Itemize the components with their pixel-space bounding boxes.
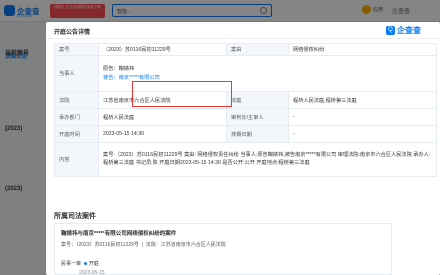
cause-label: 案由 xyxy=(226,43,289,56)
notice-detail-table: 案号 （2023）苏0116民初11229号 案由 网络侵权纠纷 当事人 原告：… xyxy=(54,43,437,177)
watermark: @新浪 xyxy=(395,259,417,266)
case-no-value: （2023）苏0116民初11229号 xyxy=(98,43,227,56)
brand-text: 企查查 xyxy=(397,26,421,35)
dept-value: 程桥人民法庭 xyxy=(98,108,227,126)
content-value: 案号:（2023）苏0116民初11229号 案由: 网络侵权责任纠纷 当事人:… xyxy=(98,142,437,177)
case-court: 法院：江苏省南京市六合区人民法院 xyxy=(145,242,226,248)
court-label: 法院 xyxy=(54,91,99,109)
case-stage: 民事一审 xyxy=(61,261,82,267)
case-no-label: 案号 xyxy=(54,43,99,56)
case-date: 2023-05-15 xyxy=(79,270,105,275)
court-notice-modal: 开庭公告详情 Q 企查查 案号 （2023）苏0116民初11229号 案由 网… xyxy=(46,22,440,275)
tribunal-label: 法庭 xyxy=(226,91,289,109)
case-progress: 民事一审 开庭 xyxy=(61,260,99,267)
related-cases-title: 所属司法案件 xyxy=(54,213,96,220)
highlight-box xyxy=(132,81,232,107)
plaintiff[interactable]: 原告：鞠婧祎 xyxy=(103,65,432,74)
case-name-link[interactable]: 鞠婧祎与南京*****有限公司网络侵权纠纷的案件 xyxy=(61,229,176,237)
progress-dot-icon xyxy=(84,262,88,266)
tribunal-value: 程桥人民法庭,程桥第三法庭 xyxy=(288,91,437,109)
judge-label: 审判长/主审人 xyxy=(226,108,289,126)
date-label: 开庭时间 xyxy=(54,125,99,143)
judge-value: - xyxy=(288,108,437,126)
brand-logo-icon: Q xyxy=(386,26,395,35)
dept-label: 承办部门 xyxy=(54,108,99,126)
content-label: 内容 xyxy=(54,142,99,177)
case-meta: 案号：（2023）苏0116民初11229号 | 法院：江苏省南京市六合区人民法… xyxy=(61,242,226,248)
modal-header: 开庭公告详情 Q 企查查 xyxy=(46,22,440,39)
case-status: 开庭 xyxy=(88,261,99,267)
cause-value: 网络侵权纠纷 xyxy=(288,43,437,56)
schedule-value: - xyxy=(288,125,437,143)
date-value: 2023-05-15 14:30 xyxy=(98,125,227,143)
modal-title: 开庭公告详情 xyxy=(54,30,91,36)
schedule-label: 排期日期 xyxy=(226,125,289,143)
parties-label: 当事人 xyxy=(54,55,99,92)
related-case-card[interactable]: 鞠婧祎与南京*****有限公司网络侵权纠纷的案件 案号：（2023）苏0116民… xyxy=(54,223,392,275)
case-no: 案号：（2023）苏0116民初11229号 xyxy=(61,242,139,248)
